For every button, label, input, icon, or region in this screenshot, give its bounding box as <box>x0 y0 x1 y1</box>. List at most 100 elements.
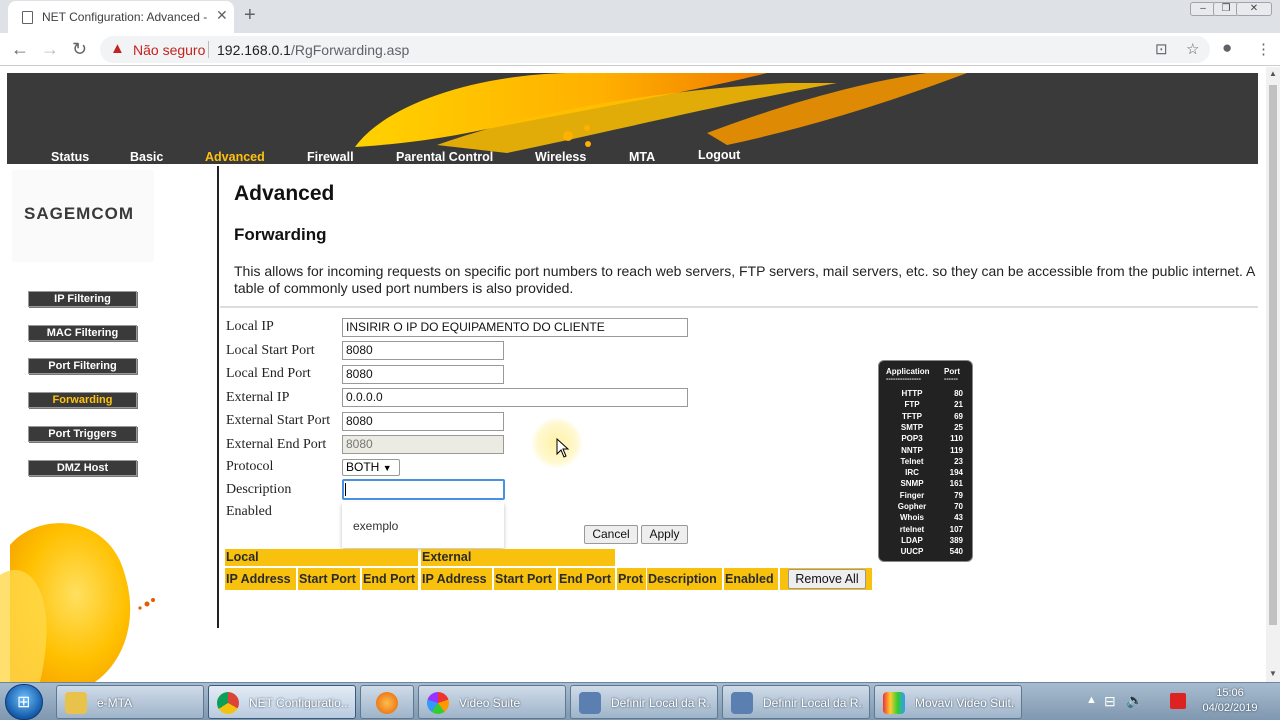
star-icon[interactable]: ☆ <box>1186 40 1199 58</box>
protocol-select[interactable]: BOTH ▼ <box>342 459 400 476</box>
label-protocol: Protocol <box>226 459 274 474</box>
port-table-app: Finger <box>899 490 925 500</box>
taskbar-label: Definir Local da R... <box>763 696 863 710</box>
text-caret <box>345 483 346 496</box>
account-icon[interactable]: ● <box>1222 38 1232 58</box>
label-external-ip: External IP <box>226 390 290 405</box>
page-icon <box>22 11 33 24</box>
nav-wireless[interactable]: Wireless <box>535 150 586 164</box>
table-group-external: External <box>421 549 615 566</box>
port-table-header-application: Application <box>886 367 930 376</box>
close-window-button[interactable]: ✕ <box>1236 2 1272 16</box>
network-tray-icon[interactable]: ⊟ <box>1104 693 1116 710</box>
browser-tab[interactable]: NET Configuration: Advanced - F ✕ <box>8 1 234 33</box>
port-table-port: 110 <box>950 434 963 444</box>
port-table-app: SMTP <box>900 422 924 432</box>
brand-text: SAGEMCOM <box>24 204 134 223</box>
external-ip-input[interactable]: 0.0.0.0 <box>342 388 688 407</box>
port-table-app: rtelnet <box>899 524 925 534</box>
taskbar-item-e-mta[interactable]: e-MTA <box>56 685 204 719</box>
port-table-port: 25 <box>954 422 963 432</box>
nav-advanced[interactable]: Advanced <box>205 150 265 164</box>
port-table-app: POP3 <box>901 434 923 444</box>
page-subtitle: Forwarding <box>234 225 327 244</box>
apply-button[interactable]: Apply <box>641 525 688 544</box>
taskbar-item-video-suite[interactable]: Video Suite <box>418 685 566 719</box>
taskbar-item-chrome[interactable]: NET Configuratio... <box>208 685 356 719</box>
menu-icon[interactable]: ⋮ <box>1256 40 1271 58</box>
port-table-port: 389 <box>949 535 963 545</box>
cancel-button[interactable]: Cancel <box>584 525 638 544</box>
nav-mta[interactable]: MTA <box>629 150 655 164</box>
sidebar-item-mac-filtering[interactable]: MAC Filtering <box>28 325 137 341</box>
local-start-port-input[interactable]: 8080 <box>342 341 504 360</box>
autocomplete-dropdown: exemplo <box>342 502 504 548</box>
nav-status[interactable]: Status <box>51 150 89 164</box>
sidebar-item-port-filtering[interactable]: Port Filtering <box>28 358 137 374</box>
nav-basic[interactable]: Basic <box>130 150 163 164</box>
port-table-app: NNTP <box>901 445 923 455</box>
remove-all-button[interactable]: Remove All <box>788 569 866 589</box>
video-suite-icon <box>427 692 449 714</box>
label-external-end-port: External End Port <box>226 437 327 452</box>
column-local-start-port: Start Port <box>298 568 360 590</box>
page-description: This allows for incoming requests on spe… <box>234 263 1255 296</box>
warning-icon: ▲ <box>110 40 125 57</box>
column-external-end-port: End Port <box>558 568 615 590</box>
scroll-down-icon[interactable]: ▼ <box>1269 669 1277 678</box>
description-input[interactable] <box>342 479 505 500</box>
url-path: /RgForwarding.asp <box>290 42 410 58</box>
taskbar-item-firefox[interactable] <box>360 685 414 719</box>
autocomplete-option[interactable]: exemplo <box>353 519 398 533</box>
close-tab-icon[interactable]: ✕ <box>216 7 228 24</box>
port-table-app: Telnet <box>900 456 924 466</box>
reload-icon[interactable]: ↻ <box>72 39 87 60</box>
port-table-port: 70 <box>954 502 963 511</box>
column-external-start-port: Start Port <box>494 568 556 590</box>
sidebar-item-port-triggers[interactable]: Port Triggers <box>28 426 137 442</box>
show-hidden-icons-icon[interactable]: ▲ <box>1086 694 1097 706</box>
taskbar-label: Movavi Video Suit... <box>915 696 1015 710</box>
url-text: 192.168.0.1/RgForwarding.asp <box>217 42 409 58</box>
url-host: 192.168.0.1 <box>217 42 291 58</box>
external-start-port-input[interactable]: 8080 <box>342 412 504 431</box>
address-bar[interactable]: ▲ Não seguro 192.168.0.1/RgForwarding.as… <box>100 36 1210 63</box>
start-button[interactable]: ⊞ <box>5 684 43 720</box>
new-tab-button[interactable]: + <box>244 4 256 27</box>
port-table-port: 540 <box>949 547 963 557</box>
port-table-port: 21 <box>954 400 963 410</box>
security-label: Não seguro <box>133 42 206 58</box>
nav-firewall[interactable]: Firewall <box>307 150 354 164</box>
port-table-app: Whois <box>900 513 924 523</box>
nav-parental-control[interactable]: Parental Control <box>396 150 493 164</box>
sidebar-item-forwarding[interactable]: Forwarding <box>28 392 137 408</box>
column-external-ip-address: IP Address <box>421 568 492 590</box>
column-local-end-port: End Port <box>362 568 418 590</box>
column-local-ip-address: IP Address <box>225 568 296 590</box>
label-local-end-port: Local End Port <box>226 366 311 381</box>
label-external-start-port: External Start Port <box>226 413 331 428</box>
external-end-port-input[interactable]: 8080 <box>342 435 504 454</box>
nav-logout[interactable]: Logout <box>698 148 740 162</box>
volume-icon[interactable]: 🔈 <box>1126 692 1143 709</box>
scrollbar-thumb[interactable] <box>1269 85 1277 625</box>
local-end-port-input[interactable]: 8080 <box>342 365 504 384</box>
common-ports-table: Application Port --------------- ------ … <box>878 360 973 562</box>
dropdown-arrow-icon: ▼ <box>382 463 392 473</box>
forward-icon[interactable]: → <box>41 39 59 60</box>
translate-icon[interactable]: ⊡ <box>1155 40 1168 58</box>
scroll-up-icon[interactable]: ▲ <box>1269 69 1277 78</box>
taskbar-item-definir-local-1[interactable]: Definir Local da R... <box>570 685 718 719</box>
taskbar-clock[interactable]: 15:06 04/02/2019 <box>1198 686 1262 716</box>
page-scrollbar[interactable]: ▲ ▼ <box>1266 67 1280 682</box>
local-ip-input[interactable]: INSIRIR O IP DO EQUIPAMENTO DO CLIENTE <box>342 318 688 337</box>
antivirus-icon[interactable] <box>1170 693 1186 709</box>
section-divider <box>220 306 1258 308</box>
port-table-port: 69 <box>954 411 963 421</box>
sidebar-item-ip-filtering[interactable]: IP Filtering <box>28 291 137 307</box>
back-icon[interactable]: ← <box>11 39 29 60</box>
label-enabled: Enabled <box>226 504 272 519</box>
sidebar-item-dmz-host[interactable]: DMZ Host <box>28 460 137 476</box>
taskbar-item-movavi[interactable]: Movavi Video Suit... <box>874 685 1022 719</box>
taskbar-item-definir-local-2[interactable]: Definir Local da R... <box>722 685 870 719</box>
